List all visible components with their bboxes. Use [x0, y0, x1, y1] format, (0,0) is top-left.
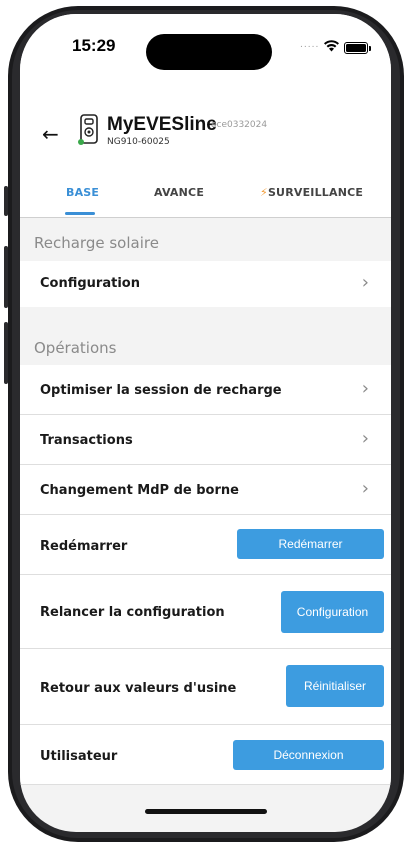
row-label: Transactions — [40, 433, 133, 448]
configuration-button[interactable]: Configuration — [281, 591, 384, 633]
battery-icon — [344, 42, 371, 54]
chevron-right-icon: › — [361, 378, 369, 399]
ev-charger-icon — [78, 114, 98, 145]
status-bar: 15:29 ..... — [20, 14, 391, 74]
home-indicator[interactable] — [145, 809, 267, 814]
status-time: 15:29 — [72, 36, 116, 55]
row-configuration[interactable]: Configuration › — [20, 261, 391, 307]
row-label: Configuration — [40, 276, 140, 291]
tab-surveillance[interactable]: ⚡︎SURVEILLANCE — [260, 186, 363, 199]
row-label: Redémarrer — [40, 539, 128, 554]
chevron-right-icon: › — [361, 428, 369, 449]
section-title-operations: Opérations — [34, 339, 117, 357]
chevron-right-icon: › — [361, 272, 369, 293]
wifi-icon — [324, 40, 339, 52]
volume-down-button — [4, 322, 8, 384]
tab-base[interactable]: BASE — [66, 186, 99, 199]
mute-switch — [4, 186, 8, 216]
signal-icon: ..... — [300, 40, 320, 50]
row-utilisateur: Utilisateur Déconnexion — [20, 725, 391, 785]
row-redemarrer: Redémarrer Redémarrer — [20, 515, 391, 575]
row-retour-usine: Retour aux valeurs d'usine Réinitialiser — [20, 649, 391, 725]
row-changement-mdp[interactable]: Changement MdP de borne › — [20, 465, 391, 515]
section-title-solar: Recharge solaire — [34, 234, 159, 252]
row-transactions[interactable]: Transactions › — [20, 415, 391, 465]
row-label: Retour aux valeurs d'usine — [40, 681, 237, 696]
active-tab-indicator — [65, 212, 95, 215]
volume-up-button — [4, 246, 8, 308]
tab-avance[interactable]: AVANCE — [154, 186, 204, 199]
chevron-right-icon: › — [361, 478, 369, 499]
row-label: Changement MdP de borne — [40, 483, 239, 498]
row-relancer-configuration: Relancer la configuration Configuration — [20, 575, 391, 649]
back-arrow-icon[interactable]: ← — [42, 124, 59, 144]
row-optimiser-session[interactable]: Optimiser la session de recharge › — [20, 365, 391, 415]
device-id: ace0332024 — [211, 120, 268, 130]
factory-reset-button[interactable]: Réinitialiser — [286, 665, 384, 707]
device-serial: NG910-60025 — [107, 137, 170, 147]
restart-button[interactable]: Redémarrer — [237, 529, 384, 559]
device-name: MyEVESline — [107, 114, 217, 135]
device-header: ← MyEVESline ace0332024 NG910-60025 BASE… — [20, 74, 391, 218]
row-label: Utilisateur — [40, 749, 118, 764]
row-label: Relancer la configuration — [40, 605, 225, 620]
logout-button[interactable]: Déconnexion — [233, 740, 384, 770]
row-label: Optimiser la session de recharge — [40, 383, 282, 398]
lightning-icon: ⚡︎ — [260, 186, 268, 199]
app-screen: 15:29 ..... ← MyEVESline ace0332024 NG91… — [20, 14, 391, 832]
dynamic-island — [146, 34, 272, 70]
tab-bar: BASE AVANCE ⚡︎SURVEILLANCE — [20, 186, 391, 218]
